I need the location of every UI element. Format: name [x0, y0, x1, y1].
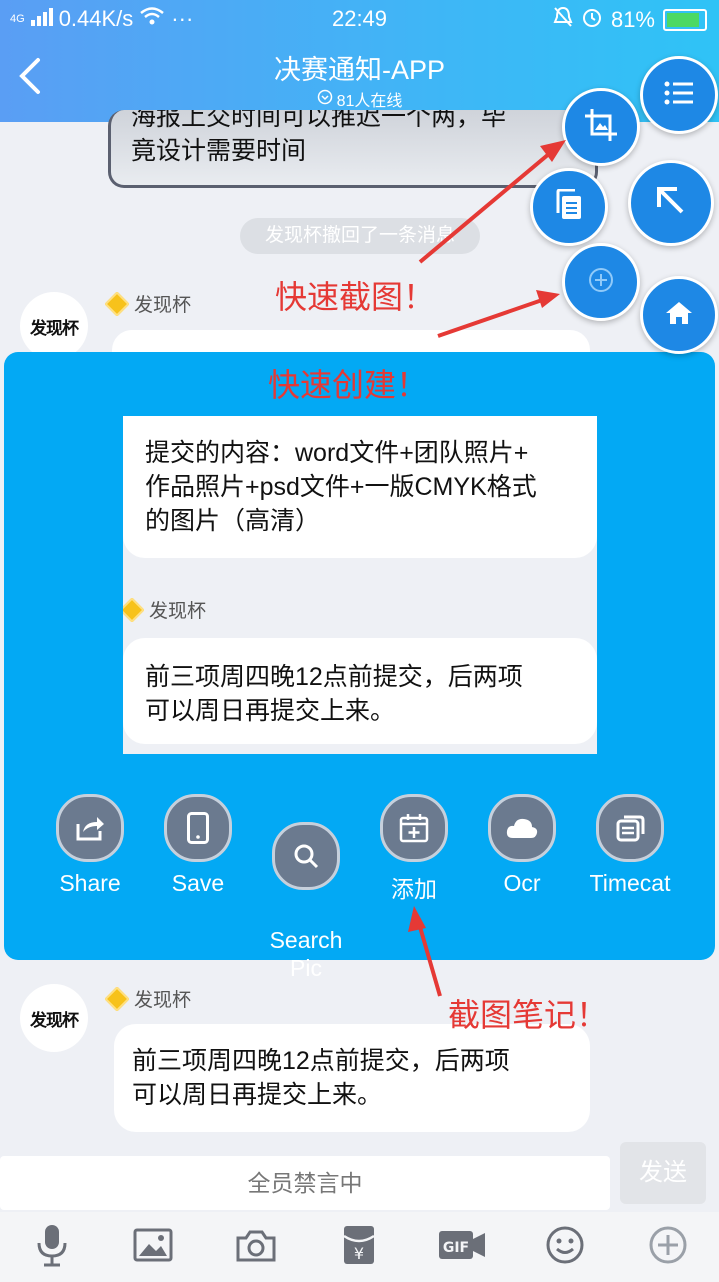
image-icon[interactable] [128, 1220, 178, 1270]
plus-icon[interactable] [643, 1220, 693, 1270]
message-input-placeholder: 全员禁言中 [247, 1170, 363, 1196]
red-packet-icon[interactable]: ¥ [334, 1220, 384, 1270]
annotation-arrows [408, 140, 566, 997]
send-button[interactable]: 发送 [620, 1142, 706, 1204]
emoji-icon[interactable] [540, 1220, 590, 1270]
send-button-label: 发送 [639, 1159, 687, 1186]
message-input[interactable]: 全员禁言中 [0, 1156, 610, 1210]
svg-text:¥: ¥ [354, 1244, 364, 1263]
svg-text:GIF: GIF [443, 1240, 469, 1256]
gif-icon[interactable]: GIF [437, 1220, 487, 1270]
camera-icon[interactable] [231, 1220, 281, 1270]
mic-icon[interactable] [27, 1220, 77, 1270]
